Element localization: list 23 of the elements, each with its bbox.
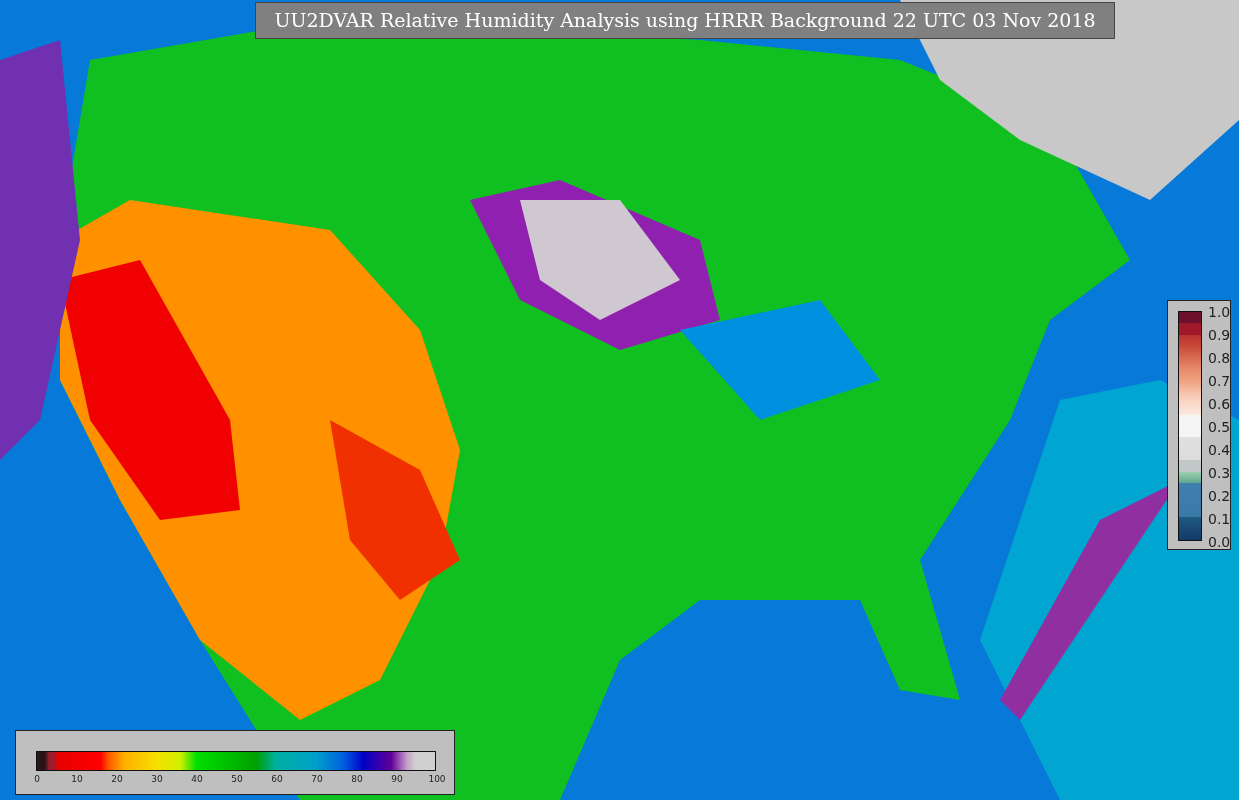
tick-label: 80 — [351, 773, 363, 786]
tick-label: 90 — [391, 773, 403, 786]
tick-label: 30 — [151, 773, 163, 786]
tick-label: 0.8 — [1208, 348, 1231, 368]
tick-label: 40 — [191, 773, 203, 786]
tick-label: 100 — [428, 773, 446, 786]
tick-label: 0.9 — [1208, 325, 1231, 345]
tick-label: 70 — [311, 773, 323, 786]
tick-label: 10 — [71, 773, 83, 786]
tick-label: 0.0 — [1208, 532, 1231, 552]
tick-label: 0.4 — [1208, 440, 1231, 460]
tick-label: 0.3 — [1208, 463, 1231, 483]
tick-label: 60 — [271, 773, 283, 786]
tick-label: 0.7 — [1208, 371, 1231, 391]
tick-label: 50 — [231, 773, 243, 786]
tick-label: 0 — [34, 773, 40, 786]
tick-label: 0.5 — [1208, 417, 1231, 437]
tick-label: 0.1 — [1208, 509, 1231, 529]
tick-label: 1.0 — [1208, 302, 1231, 322]
tick-label: 0.2 — [1208, 486, 1231, 506]
map-title: UU2DVAR Relative Humidity Analysis using HRRR Background 22 UTC 03 Nov 2018 — [255, 2, 1115, 39]
tick-label: 0.6 — [1208, 394, 1231, 414]
tick-label: 20 — [111, 773, 123, 786]
